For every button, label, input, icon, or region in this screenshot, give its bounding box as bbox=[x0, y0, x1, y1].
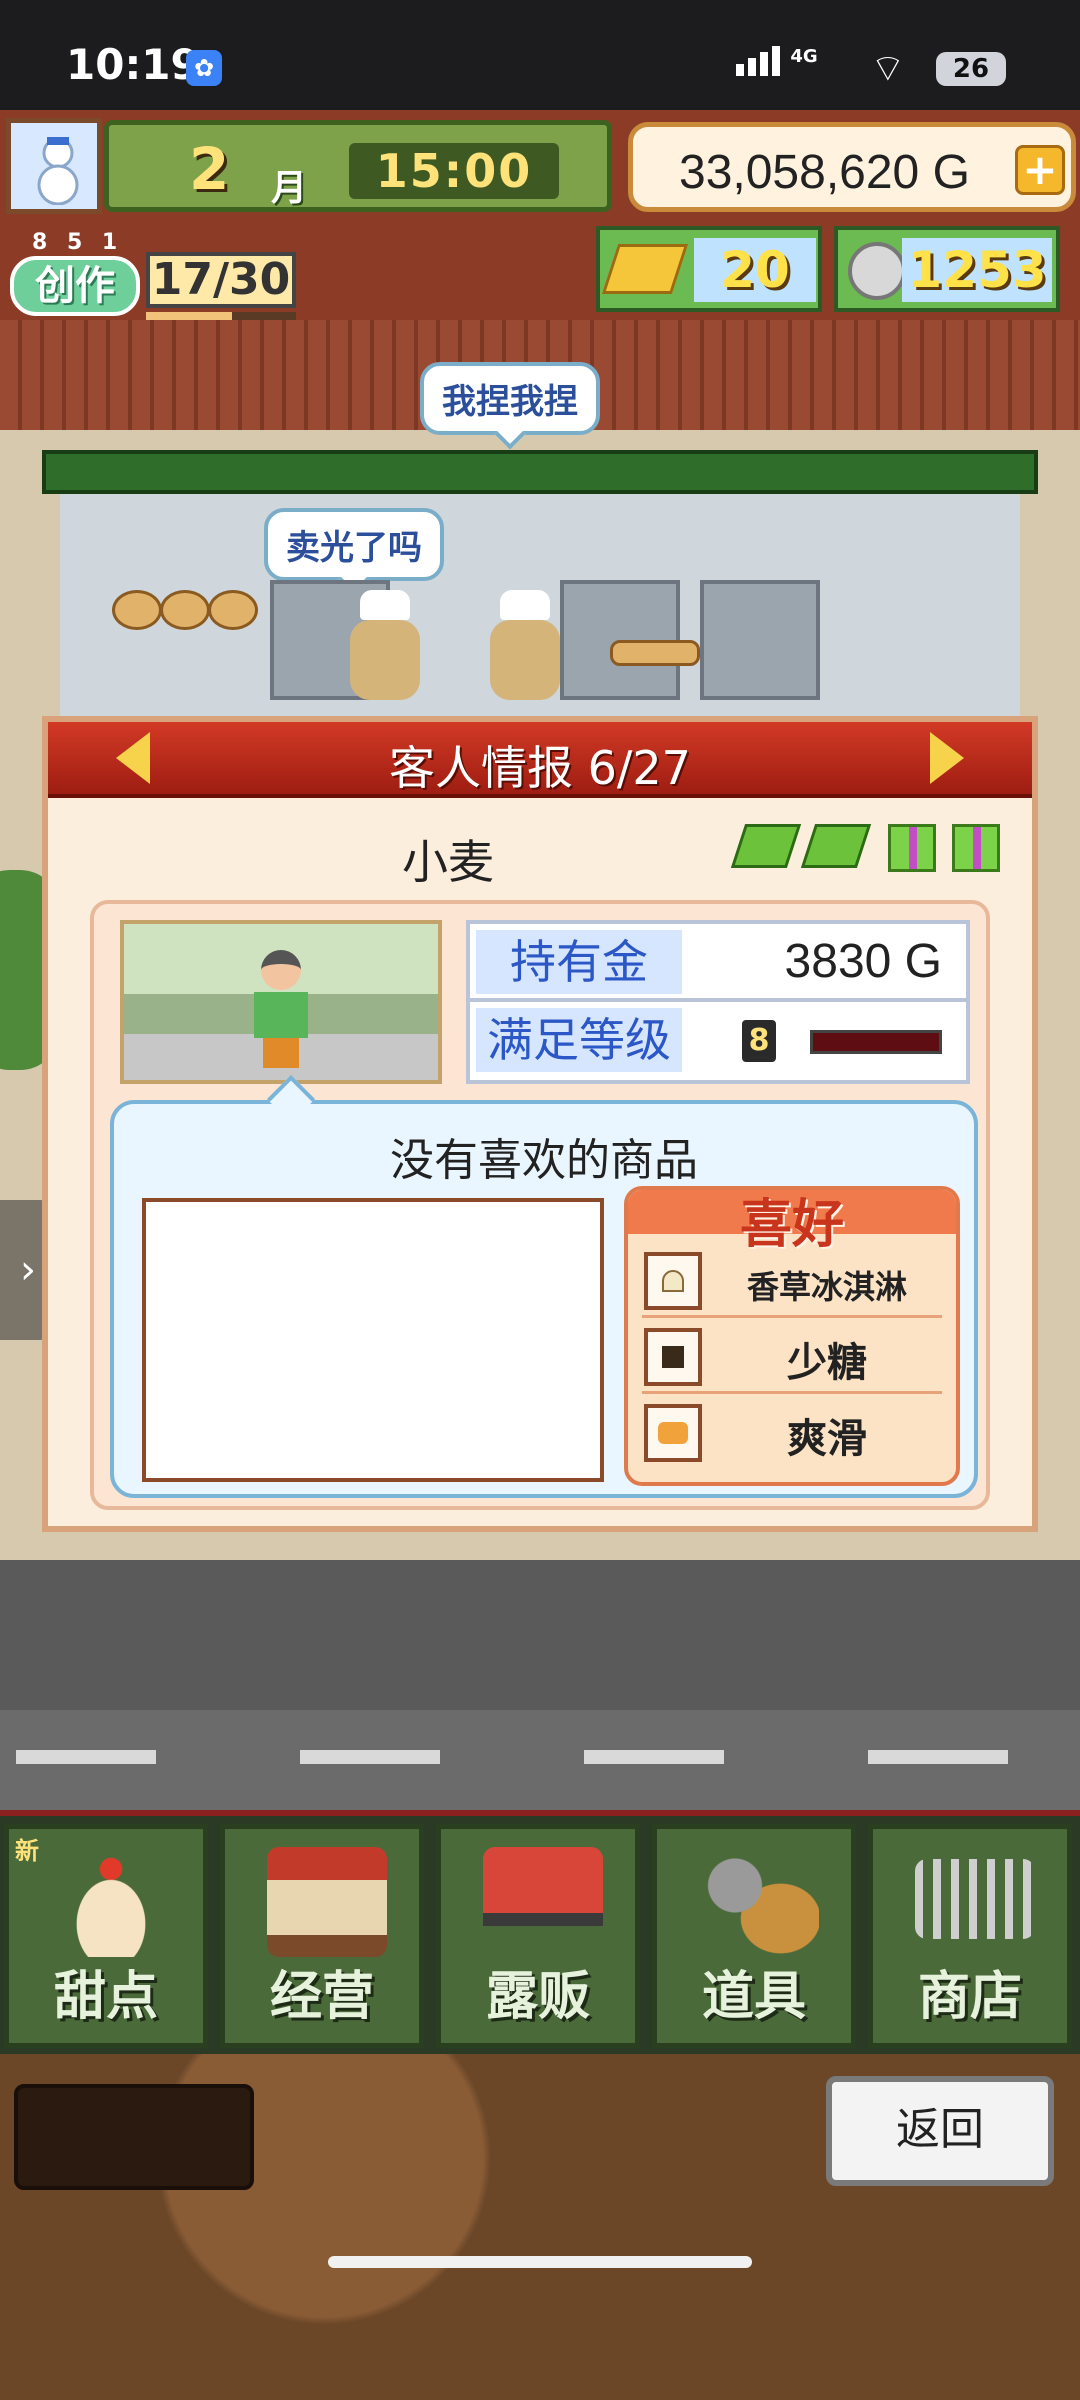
road-marking bbox=[300, 1750, 440, 1764]
add-money-button[interactable]: + bbox=[1015, 145, 1065, 195]
money-stat-label: 持有金 bbox=[476, 930, 682, 994]
cash-bill-icon bbox=[800, 824, 872, 868]
menu-shop-button[interactable]: 商店 bbox=[868, 1824, 1072, 2048]
panel-title: 客人情报 6/27 bbox=[389, 741, 691, 795]
smooth-icon bbox=[644, 1404, 702, 1462]
ice-cream-icon bbox=[644, 1252, 702, 1310]
gift-box-icon bbox=[888, 824, 936, 872]
customer-info-panel: 客人情报 6/27 小麦 持有金 3830 G 满足等级 8 没有喜欢的商品 喜… bbox=[42, 716, 1038, 1532]
road-marking bbox=[16, 1750, 156, 1764]
game-clock: 15:00 bbox=[349, 143, 559, 199]
money-amount: 33,058,620 G bbox=[679, 146, 970, 199]
menu-label: 经营 bbox=[269, 1967, 374, 2027]
preference-item: 爽滑 bbox=[642, 1398, 942, 1470]
create-badge: 创作 bbox=[10, 256, 140, 316]
sugar-icon bbox=[644, 1328, 702, 1386]
footer-bar: 返回 bbox=[0, 2054, 1080, 2400]
panel-header: 客人情报 6/27 bbox=[48, 722, 1032, 798]
notification-app-icon: ✿ bbox=[186, 50, 222, 86]
bread-item bbox=[160, 590, 210, 630]
month-unit: 月 bbox=[271, 168, 308, 209]
menu-items-button[interactable]: 道具 bbox=[652, 1824, 856, 2048]
shop-awning bbox=[42, 450, 1038, 494]
road-marking bbox=[584, 1750, 724, 1764]
satisfaction-bar bbox=[810, 1030, 942, 1054]
satisfaction-level: 8 bbox=[742, 1020, 776, 1062]
game-screen: 2 月 15:00 33,058,620 G + 8 5 1 创作 17/30 … bbox=[0, 110, 1080, 2400]
money-display: 33,058,620 G + bbox=[628, 122, 1076, 212]
silver-coin-icon bbox=[848, 242, 906, 300]
money-stat-row: 持有金 3830 G bbox=[470, 924, 966, 1002]
snowman-icon bbox=[37, 137, 79, 205]
silver-coin-count: 1253 bbox=[902, 238, 1052, 302]
player-avatar-button[interactable] bbox=[6, 118, 102, 214]
preference-label: 爽滑 bbox=[787, 1416, 867, 1462]
customer-details: 持有金 3830 G 满足等级 8 没有喜欢的商品 喜好 香草冰淇淋 少糖 爽滑 bbox=[90, 900, 990, 1510]
cash-bill-icon bbox=[730, 824, 802, 868]
gold-bar-icon bbox=[601, 244, 689, 294]
date-time-display: 2 月 15:00 bbox=[104, 120, 612, 212]
baker-character bbox=[350, 590, 420, 700]
money-stat-value: 3830 G bbox=[784, 935, 942, 988]
create-count: 17/30 bbox=[146, 252, 296, 308]
speech-bubble-mid: 卖光了吗 bbox=[264, 508, 444, 581]
preferences-box: 喜好 香草冰淇淋 少糖 爽滑 bbox=[624, 1186, 960, 1486]
month-number: 2 bbox=[189, 135, 230, 203]
menu-street-stall-button[interactable]: 露贩 bbox=[436, 1824, 640, 2048]
food-truck-icon bbox=[483, 1847, 603, 1957]
back-button[interactable]: 返回 bbox=[826, 2076, 1054, 2186]
silver-coin-counter[interactable]: 1253 bbox=[834, 226, 1060, 312]
menu-label: 甜点 bbox=[53, 1967, 158, 2027]
favorite-product-slot bbox=[142, 1198, 604, 1482]
create-stats-small: 8 5 1 bbox=[32, 230, 124, 255]
speech-bubble-top: 我捏我捏 bbox=[420, 362, 600, 435]
cake-icon bbox=[51, 1847, 171, 1957]
preference-label: 少糖 bbox=[787, 1340, 867, 1386]
next-customer-arrow-icon[interactable] bbox=[930, 732, 964, 784]
favorites-bubble: 没有喜欢的商品 喜好 香草冰淇淋 少糖 爽滑 bbox=[110, 1100, 978, 1498]
satisfaction-stat-row: 满足等级 8 bbox=[470, 1002, 966, 1080]
shop-building-icon bbox=[267, 1847, 387, 1957]
bread-item bbox=[112, 590, 162, 630]
new-badge: 新 bbox=[15, 1837, 39, 1865]
display-shelf bbox=[700, 580, 820, 700]
status-time: 10:19 bbox=[66, 40, 200, 89]
empty-slot bbox=[14, 2084, 254, 2190]
gold-bar-counter[interactable]: 20 bbox=[596, 226, 822, 312]
menu-management-button[interactable]: 经营 bbox=[220, 1824, 424, 2048]
network-type: 4G bbox=[790, 46, 818, 67]
customer-stats: 持有金 3830 G 满足等级 8 bbox=[466, 920, 970, 1084]
menu-label: 商店 bbox=[917, 1967, 1022, 2027]
battery-indicator: 26 bbox=[936, 52, 1006, 86]
customer-wealth-icons bbox=[730, 818, 1008, 878]
bread-item bbox=[208, 590, 258, 630]
baker-character bbox=[490, 590, 560, 700]
satisfaction-stat-label: 满足等级 bbox=[476, 1008, 682, 1072]
home-indicator[interactable] bbox=[328, 2256, 752, 2268]
preference-label: 香草冰淇淋 bbox=[746, 1268, 907, 1306]
customer-portrait bbox=[120, 920, 442, 1084]
favorites-message: 没有喜欢的商品 bbox=[390, 1135, 698, 1186]
preference-item: 香草冰淇淋 bbox=[642, 1246, 942, 1318]
menu-desserts-button[interactable]: 新 甜点 bbox=[4, 1824, 208, 2048]
bread-item bbox=[610, 640, 700, 666]
gold-bar-count: 20 bbox=[694, 238, 816, 302]
bottom-menu: 新 甜点 经营 露贩 道具 商店 bbox=[0, 1816, 1080, 2056]
menu-label: 露贩 bbox=[485, 1967, 590, 2027]
signal-icon: 4G bbox=[736, 46, 866, 86]
status-bar: 10:19 ✿ 4G ⌔ 26 bbox=[0, 0, 1080, 110]
cart-icon bbox=[915, 1859, 1035, 1939]
menu-label: 道具 bbox=[701, 1967, 806, 2027]
customer-sprite bbox=[254, 950, 308, 1070]
preferences-header: 喜好 bbox=[628, 1190, 956, 1255]
create-counter[interactable]: 8 5 1 创作 17/30 bbox=[10, 230, 296, 326]
customer-name: 小麦 bbox=[402, 835, 494, 889]
preference-item: 少糖 bbox=[642, 1322, 942, 1394]
items-bag-icon bbox=[699, 1847, 819, 1957]
gift-box-icon bbox=[952, 824, 1000, 872]
wifi-icon: ⌔ bbox=[870, 46, 906, 90]
road-marking bbox=[868, 1750, 1008, 1764]
